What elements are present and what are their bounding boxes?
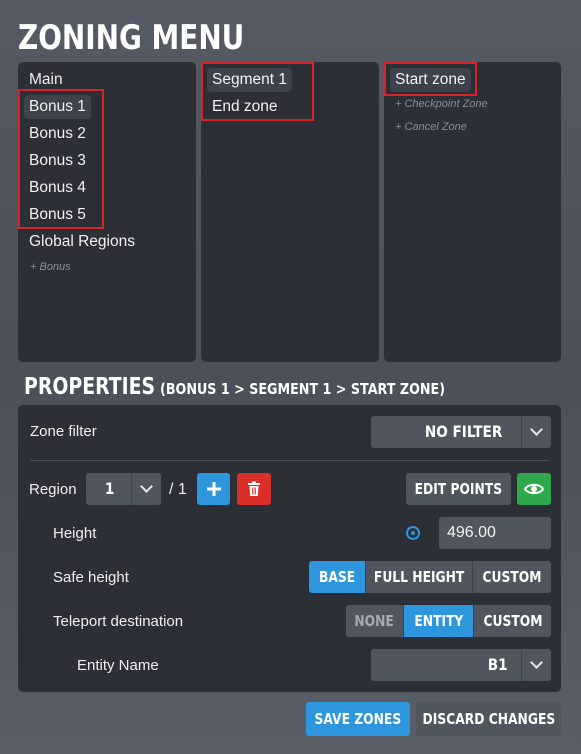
teleport-destination-selector: NONE ENTITY CUSTOM [346, 605, 551, 637]
safe-height-option-base[interactable]: BASE [309, 561, 366, 593]
chevron-down-icon [530, 656, 543, 669]
zone-list: Start zone + Checkpoint Zone + Cancel Zo… [384, 62, 561, 362]
teleport-destination-label: Teleport destination [53, 613, 184, 630]
height-label: Height [53, 525, 97, 542]
safe-height-option-full-height[interactable]: FULL HEIGHT [366, 561, 473, 593]
region-dropdown[interactable]: 1 [86, 473, 161, 505]
edit-points-button[interactable]: EDIT POINTS [406, 473, 511, 505]
properties-title: PROPERTIES [24, 374, 156, 400]
plus-icon [206, 482, 221, 496]
add-cancel-zone-button[interactable]: + Cancel Zone [395, 121, 467, 133]
height-input[interactable]: 496.00 [439, 517, 551, 549]
highlight-box-start-zone [384, 62, 477, 96]
trash-icon [248, 481, 260, 496]
add-region-button[interactable] [197, 473, 230, 505]
safe-height-selector: BASE FULL HEIGHT CUSTOM [309, 561, 551, 593]
toggle-visibility-button[interactable] [517, 473, 551, 505]
divider [30, 460, 549, 461]
teleport-option-entity[interactable]: ENTITY [404, 605, 474, 637]
teleport-option-custom[interactable]: CUSTOM [474, 605, 551, 637]
chevron-down-icon [140, 480, 153, 493]
safe-height-label: Safe height [53, 569, 129, 586]
discard-changes-button[interactable]: DISCARD CHANGES [416, 702, 561, 736]
teleport-option-none[interactable]: NONE [346, 605, 404, 637]
entity-name-label: Entity Name [77, 657, 159, 674]
track-item-global-regions[interactable]: Global Regions [24, 230, 140, 254]
highlight-box-bonuses [18, 89, 104, 229]
delete-region-button[interactable] [237, 473, 271, 505]
zone-filter-label: Zone filter [30, 423, 97, 440]
highlight-box-segments [201, 62, 314, 121]
region-value: 1 [104, 479, 115, 498]
target-icon[interactable] [406, 526, 420, 540]
zone-filter-value: NO FILTER [424, 422, 503, 441]
page-title: ZONING MENU [18, 18, 245, 58]
entity-name-dropdown[interactable]: B1 [371, 649, 551, 681]
add-checkpoint-zone-button[interactable]: + Checkpoint Zone [395, 98, 488, 110]
eye-icon [524, 483, 544, 495]
add-bonus-button[interactable]: + Bonus [30, 261, 71, 273]
entity-name-value: B1 [487, 655, 508, 674]
properties-path: (BONUS 1 > SEGMENT 1 > START ZONE) [160, 380, 446, 398]
properties-header: PROPERTIES (BONUS 1 > SEGMENT 1 > START Z… [24, 374, 445, 400]
region-total: / 1 [169, 481, 187, 498]
region-label: Region [29, 481, 77, 498]
zone-filter-dropdown[interactable]: NO FILTER [371, 416, 551, 448]
save-zones-button[interactable]: SAVE ZONES [306, 702, 410, 736]
safe-height-option-custom[interactable]: CUSTOM [473, 561, 551, 593]
chevron-down-icon [530, 423, 543, 436]
properties-panel: Zone filter NO FILTER Region 1 / 1 EDIT … [18, 405, 561, 692]
